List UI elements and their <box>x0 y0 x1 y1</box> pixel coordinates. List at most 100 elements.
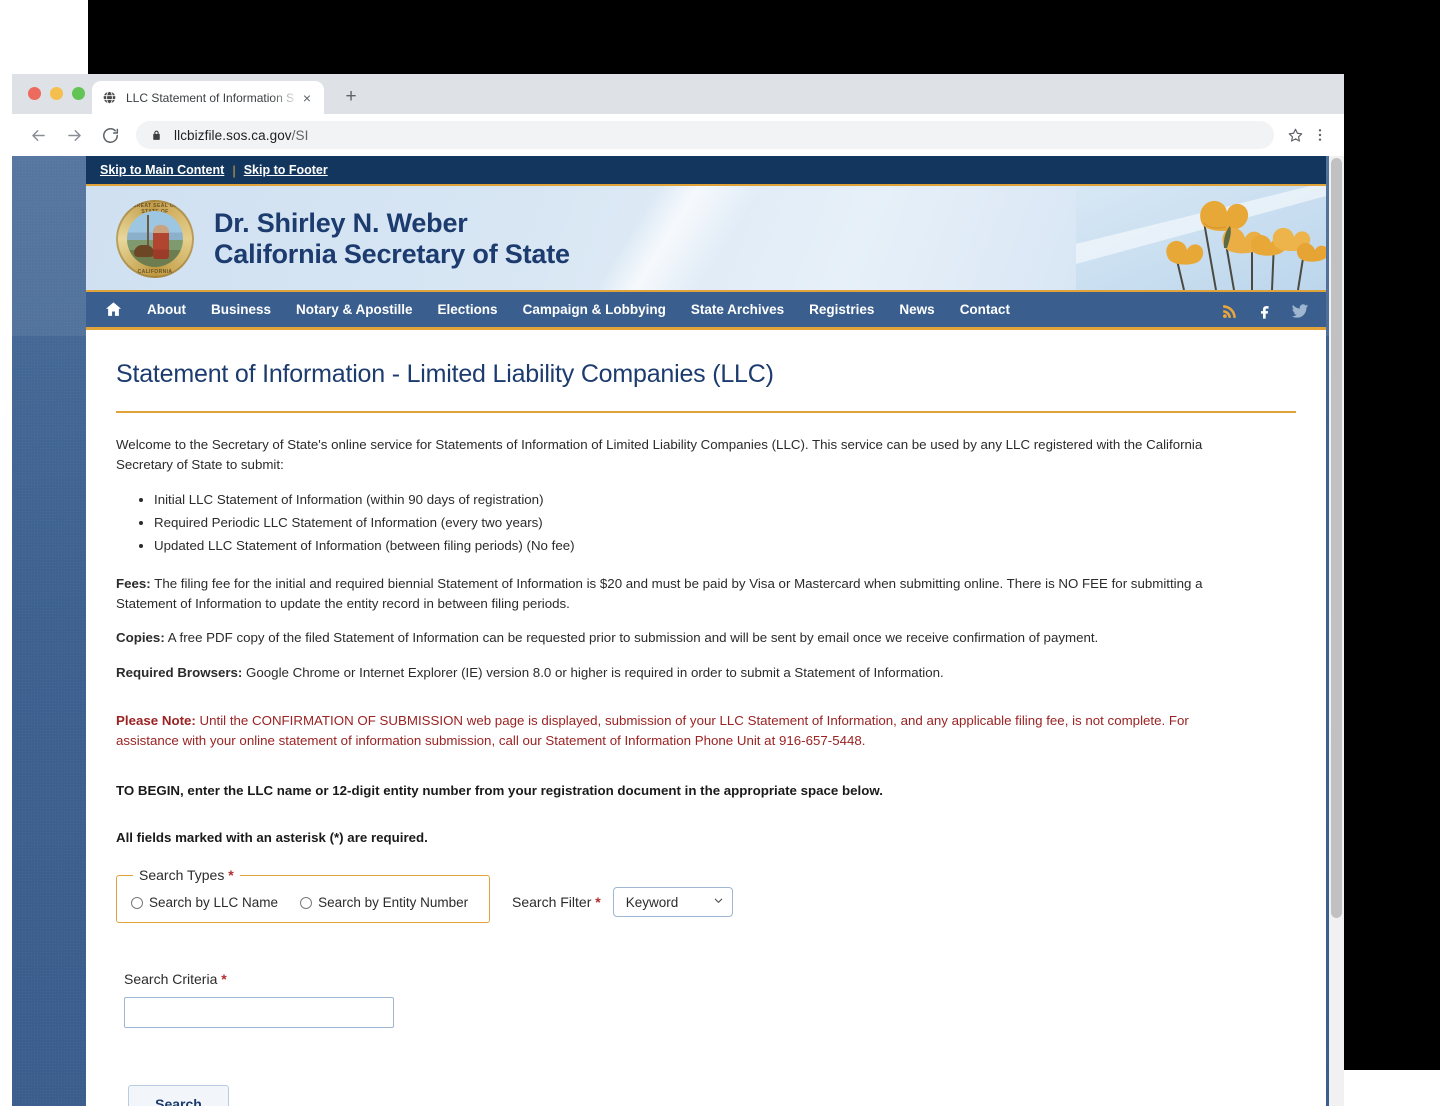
backdrop-white-topleft <box>0 0 88 52</box>
services-list: Initial LLC Statement of Information (wi… <box>116 489 1296 558</box>
search-criteria-label: Search Criteria * <box>124 971 1296 987</box>
scrollbar-thumb[interactable] <box>1331 158 1342 918</box>
search-criteria-input[interactable] <box>124 997 394 1029</box>
vertical-scrollbar[interactable] <box>1329 156 1344 1106</box>
required-asterisk: * <box>228 867 234 884</box>
rss-icon[interactable] <box>1220 302 1239 321</box>
list-item: Initial LLC Statement of Information (wi… <box>154 489 1296 512</box>
browsers-label: Required Browsers: <box>116 664 243 680</box>
social-links <box>1220 292 1310 330</box>
seal-bear <box>134 245 154 257</box>
seal-bottom-text: CALIFORNIA <box>137 269 173 275</box>
seal-scene <box>127 211 183 267</box>
window-controls <box>28 87 85 100</box>
search-filter-select[interactable]: Keyword <box>612 887 733 918</box>
search-type-radio-group: Search by LLC Name Search by Entity Numb… <box>131 895 475 910</box>
search-options-row: Search Types * Search by LLC Name Search… <box>116 867 1296 924</box>
maximize-window-button[interactable] <box>72 87 85 100</box>
main-navigation: About Business Notary & Apostille Electi… <box>86 292 1326 330</box>
copies-text: A free PDF copy of the filed Statement o… <box>164 630 1099 646</box>
url-host: llcbizfile.sos.ca.gov <box>174 127 292 143</box>
page-content: Statement of Information - Limited Liabi… <box>86 330 1326 1106</box>
required-asterisk: * <box>595 894 601 911</box>
radio-search-by-entity-number[interactable]: Search by Entity Number <box>300 895 468 910</box>
screenshot-canvas: LLC Statement of Information S × + llcbi… <box>0 0 1440 1120</box>
facebook-icon[interactable] <box>1255 302 1274 321</box>
browser-tab[interactable]: LLC Statement of Information S × <box>92 81 324 114</box>
seal-minerva-figure <box>153 225 169 259</box>
back-button[interactable] <box>24 121 52 149</box>
list-item: Required Periodic LLC Statement of Infor… <box>154 512 1296 535</box>
nav-item-campaign-lobbying[interactable]: Campaign & Lobbying <box>523 302 666 317</box>
radio-label: Search by LLC Name <box>149 895 279 911</box>
nav-item-news[interactable]: News <box>899 302 934 317</box>
page-title: Statement of Information - Limited Liabi… <box>116 360 774 388</box>
new-tab-button[interactable]: + <box>340 87 362 109</box>
site-container: Skip to Main Content | Skip to Footer TH… <box>86 156 1326 1106</box>
nav-item-about[interactable]: About <box>147 302 186 317</box>
skip-links-bar: Skip to Main Content | Skip to Footer <box>86 156 1326 184</box>
reload-button[interactable] <box>96 121 124 149</box>
browser-tab-strip: LLC Statement of Information S × + <box>12 74 1344 114</box>
fees-label: Fees: <box>116 575 151 591</box>
search-filter-label-text: Search Filter <box>512 894 592 911</box>
minimize-window-button[interactable] <box>50 87 63 100</box>
search-types-fieldset: Search Types * Search by LLC Name Search… <box>116 867 490 924</box>
page-viewport: Skip to Main Content | Skip to Footer TH… <box>12 156 1344 1106</box>
home-icon[interactable] <box>104 300 123 319</box>
search-types-legend: Search Types * <box>133 867 240 883</box>
california-state-seal-icon: THE GREAT SEAL OF THE STATE OF CALIFORNI… <box>116 200 194 278</box>
fees-paragraph: Fees: The filing fee for the initial and… <box>116 574 1214 614</box>
browser-tab-title: LLC Statement of Information S <box>126 90 295 105</box>
list-item: Updated LLC Statement of Information (be… <box>154 535 1296 558</box>
search-button[interactable]: Search <box>128 1085 229 1106</box>
nav-item-registries[interactable]: Registries <box>809 302 874 317</box>
browser-menu-icon[interactable] <box>1308 122 1332 148</box>
nav-item-elections[interactable]: Elections <box>438 302 498 317</box>
nav-item-contact[interactable]: Contact <box>960 302 1010 317</box>
radio-button-icon[interactable] <box>131 896 143 909</box>
poppy-flowers-image <box>1076 186 1326 290</box>
secretary-name: Dr. Shirley N. Weber <box>214 208 468 238</box>
search-filter-label: Search Filter * <box>512 894 601 910</box>
bookmark-star-icon[interactable] <box>1282 122 1308 148</box>
intro-paragraph: Welcome to the Secretary of State's onli… <box>116 437 1203 473</box>
skip-to-footer-link[interactable]: Skip to Footer <box>244 163 328 177</box>
backdrop-white-bottomright <box>1352 1070 1440 1120</box>
search-filter-value: Keyword <box>625 894 679 910</box>
address-bar-url: llcbizfile.sos.ca.gov/SI <box>174 128 308 143</box>
url-path: /SI <box>291 127 309 143</box>
browser-toolbar: llcbizfile.sos.ca.gov/SI <box>12 114 1344 156</box>
skip-to-main-content-link[interactable]: Skip to Main Content <box>100 163 224 177</box>
to-begin-instruction: TO BEGIN, enter the LLC name or 12-digit… <box>116 783 883 799</box>
search-types-legend-text: Search Types <box>139 867 225 884</box>
please-note-text: Until the CONFIRMATION OF SUBMISSION web… <box>116 712 1189 748</box>
title-divider <box>116 411 1296 413</box>
masthead-title: Dr. Shirley N. Weber California Secretar… <box>214 208 570 270</box>
site-masthead: THE GREAT SEAL OF THE STATE OF CALIFORNI… <box>86 184 1326 292</box>
please-note-paragraph: Please Note: Until the CONFIRMATION OF S… <box>116 711 1214 751</box>
address-bar[interactable]: llcbizfile.sos.ca.gov/SI <box>136 121 1274 149</box>
browsers-text: Google Chrome or Internet Explorer (IE) … <box>242 664 944 680</box>
required-asterisk: * <box>221 971 227 988</box>
office-name: California Secretary of State <box>214 238 570 269</box>
forward-button[interactable] <box>60 121 88 149</box>
required-fields-note: All fields marked with an asterisk (*) a… <box>116 830 428 846</box>
nav-item-notary-apostille[interactable]: Notary & Apostille <box>296 302 413 317</box>
skip-links-separator: | <box>232 162 236 178</box>
fees-text: The filing fee for the initial and requi… <box>116 575 1203 612</box>
radio-label: Search by Entity Number <box>318 895 469 911</box>
close-icon[interactable]: × <box>299 90 315 106</box>
nav-item-business[interactable]: Business <box>211 302 271 317</box>
radio-button-icon[interactable] <box>300 896 313 909</box>
copies-label: Copies: <box>116 630 165 646</box>
please-note-label: Please Note: <box>116 712 196 728</box>
twitter-icon[interactable] <box>1290 301 1310 321</box>
radio-search-by-llc-name[interactable]: Search by LLC Name <box>131 895 278 910</box>
lock-icon <box>150 129 163 142</box>
copies-paragraph: Copies: A free PDF copy of the filed Sta… <box>116 628 1214 648</box>
nav-item-state-archives[interactable]: State Archives <box>691 302 784 317</box>
close-window-button[interactable] <box>28 87 41 100</box>
search-filter-group: Search Filter * Keyword <box>512 887 733 918</box>
chevron-down-icon <box>713 895 724 909</box>
